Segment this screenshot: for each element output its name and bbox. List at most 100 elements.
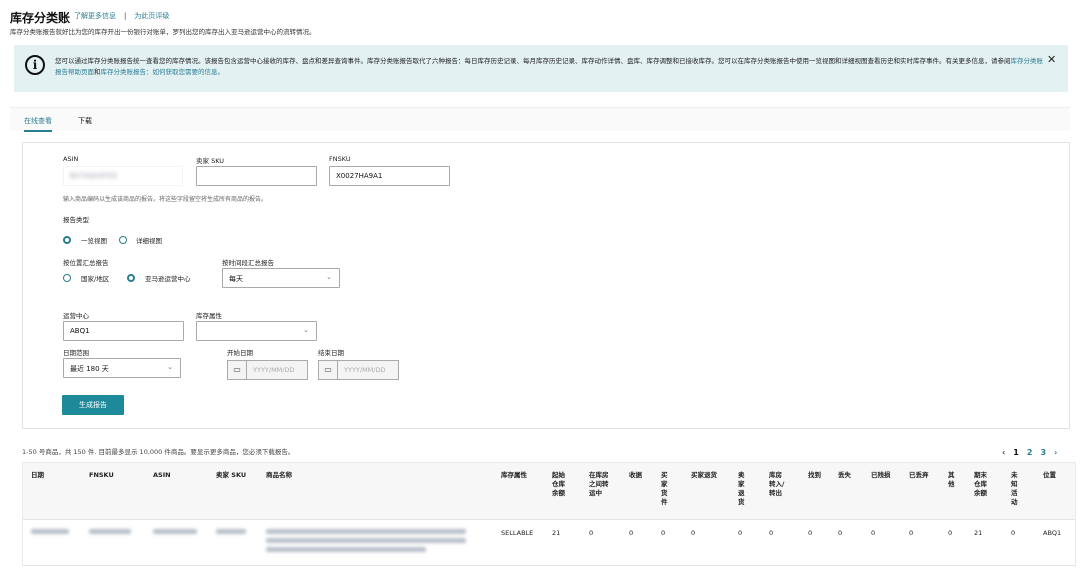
fc-input[interactable]: ABQ1 [63, 321, 184, 341]
radio-detail-view[interactable] [119, 236, 127, 244]
column-header: 买家退货 [691, 471, 717, 479]
value-cell: 21 [552, 529, 561, 537]
redacted-product-name [266, 547, 426, 552]
date-range-label: 日期范围 [63, 349, 89, 357]
chevron-down-icon: ⌄ [167, 363, 173, 371]
value-cell: 0 [661, 529, 666, 537]
info-icon: i [25, 55, 45, 75]
pagination: ‹ 1 2 3 › [1002, 448, 1065, 457]
start-date-input[interactable]: ▭ YYYY/MM/DD [227, 360, 308, 380]
start-date-label: 开始日期 [227, 349, 253, 357]
value-cell: 0 [838, 529, 843, 537]
results-count: 1-50 号商品，共 150 件. 目前最多显示 10,000 件商品。要显示更… [22, 448, 295, 456]
column-header: 商品名称 [266, 471, 292, 479]
tab-online-view[interactable]: 在线查看 [24, 116, 52, 132]
value-cell: 0 [769, 529, 774, 537]
column-header: 买 家 货 件 [661, 471, 668, 506]
fnsku-label: FNSKU [329, 155, 351, 163]
column-header: 已丢弃 [909, 471, 929, 479]
column-header: 在库房 之间转 运中 [589, 471, 609, 497]
generate-report-button[interactable]: 生成报告 [62, 395, 124, 415]
column-header: FNSKU [89, 471, 114, 479]
column-header: 日期 [31, 471, 44, 479]
banner-body: 您可以通过库存分类账报告统一查看您的库存情况。该报告包含运营中心接收的库存、盘点… [55, 57, 1011, 65]
asin-label: ASIN [63, 155, 79, 163]
radio-summary-view[interactable] [63, 236, 71, 244]
separator: | [124, 12, 127, 20]
fc-label: 运营中心 [63, 312, 89, 320]
redacted-cell [89, 529, 131, 534]
disposition-label: 库存属性 [196, 312, 222, 320]
calendar-icon[interactable]: ▭ [228, 361, 247, 379]
fnsku-input[interactable]: X0027HA9A1 [329, 166, 450, 186]
ledger-table: 日期 FNSKU ASIN 卖家 SKU 商品名称 库存属性 起始 仓库 余额 在库房 之间转… [22, 462, 1076, 566]
column-header: 丢失 [838, 471, 851, 479]
period-label: 按时间段汇总报告 [222, 259, 274, 267]
column-header: 其 他 [948, 471, 955, 488]
radio-fulfillment-center[interactable] [127, 274, 135, 282]
period-select[interactable]: 每天 ⌄ [222, 268, 340, 288]
calendar-icon[interactable]: ▭ [319, 361, 338, 379]
column-header: 已残损 [871, 471, 891, 479]
page-1[interactable]: 1 [1013, 448, 1019, 457]
column-header: 收据 [629, 471, 642, 479]
next-page-button[interactable]: › [1054, 448, 1057, 457]
value-cell: 0 [909, 529, 914, 537]
country-label: 国家/地区 [81, 275, 110, 283]
detail-view-label: 详细视图 [136, 237, 162, 245]
asin-value: B07XQ4XF5G [70, 172, 118, 180]
tab-bar: 在线查看 下载 [10, 107, 1070, 132]
chevron-down-icon: ⌄ [303, 326, 309, 334]
location-cell: ABQ1 [1043, 529, 1062, 537]
column-header: 位置 [1043, 471, 1056, 479]
page-title: 库存分类账 [10, 11, 71, 25]
table-header: 日期 FNSKU ASIN 卖家 SKU 商品名称 库存属性 起始 仓库 余额 在库房 之间转… [23, 463, 1075, 520]
period-value: 每天 [229, 275, 243, 283]
column-header: 卖家 SKU [216, 471, 247, 479]
radio-country[interactable] [63, 274, 71, 282]
end-date-input[interactable]: ▭ YYYY/MM/DD [318, 360, 399, 380]
disposition-select[interactable]: ⌄ [196, 321, 317, 341]
banner-text: 您可以通过库存分类账报告统一查看您的库存情况。该报告包含运营中心接收的库存、盘点… [55, 56, 1045, 78]
guide-link[interactable]: 库存分类账报告：如何获取您需要的信息。 [101, 68, 225, 76]
row-divider [23, 565, 1075, 566]
disposition-cell: SELLABLE [501, 529, 534, 537]
chevron-down-icon: ⌄ [326, 273, 332, 281]
column-header: 未 知 活 动 [1011, 471, 1018, 506]
page-2[interactable]: 2 [1027, 448, 1033, 457]
redacted-cell [216, 529, 246, 534]
location-label: 按位置汇总报告 [63, 259, 109, 267]
value-cell: 0 [948, 529, 953, 537]
value-cell: 0 [589, 529, 594, 537]
end-date-placeholder: YYYY/MM/DD [344, 366, 386, 374]
value-cell: 0 [738, 529, 743, 537]
report-type-label: 报告类型 [63, 216, 89, 224]
value-cell: 0 [1011, 529, 1016, 537]
asin-input[interactable]: B07XQ4XF5G [63, 166, 183, 186]
date-range-select[interactable]: 最近 180 天 ⌄ [63, 358, 181, 378]
prev-page-button[interactable]: ‹ [1002, 448, 1005, 457]
column-header: 库存属性 [501, 471, 527, 479]
input-hint: 输入商品编码以生成该商品的报告。将这些字段留空将生成所有商品的报告。 [63, 196, 268, 203]
sku-input[interactable] [196, 166, 317, 186]
column-header: 找到 [808, 471, 821, 479]
column-header: 期末 仓库 余额 [974, 471, 987, 497]
end-date-label: 结束日期 [318, 349, 344, 357]
learn-more-link[interactable]: 了解更多信息 [74, 12, 116, 20]
rate-page-link[interactable]: 为此页评级 [134, 12, 169, 20]
start-date-placeholder: YYYY/MM/DD [253, 366, 295, 374]
column-header: 库房 转入/ 转出 [769, 471, 785, 497]
fc-option-label: 亚马逊运营中心 [145, 275, 191, 283]
page-description: 库存分类账报告就好比为您的库存开出一份银行对账单，罗列出您的库存出入亚马逊运营中… [10, 28, 316, 36]
column-header: ASIN [153, 471, 171, 479]
close-icon[interactable]: ✕ [1047, 53, 1056, 66]
value-cell: 21 [974, 529, 983, 537]
column-header: 卖 家 退 货 [738, 471, 745, 506]
redacted-product-name [266, 529, 466, 534]
tab-download[interactable]: 下载 [78, 116, 92, 126]
page-3[interactable]: 3 [1040, 448, 1046, 457]
summary-view-label: 一览视图 [81, 237, 107, 245]
redacted-cell [31, 529, 69, 534]
column-header: 起始 仓库 余额 [552, 471, 565, 497]
value-cell: 0 [691, 529, 696, 537]
